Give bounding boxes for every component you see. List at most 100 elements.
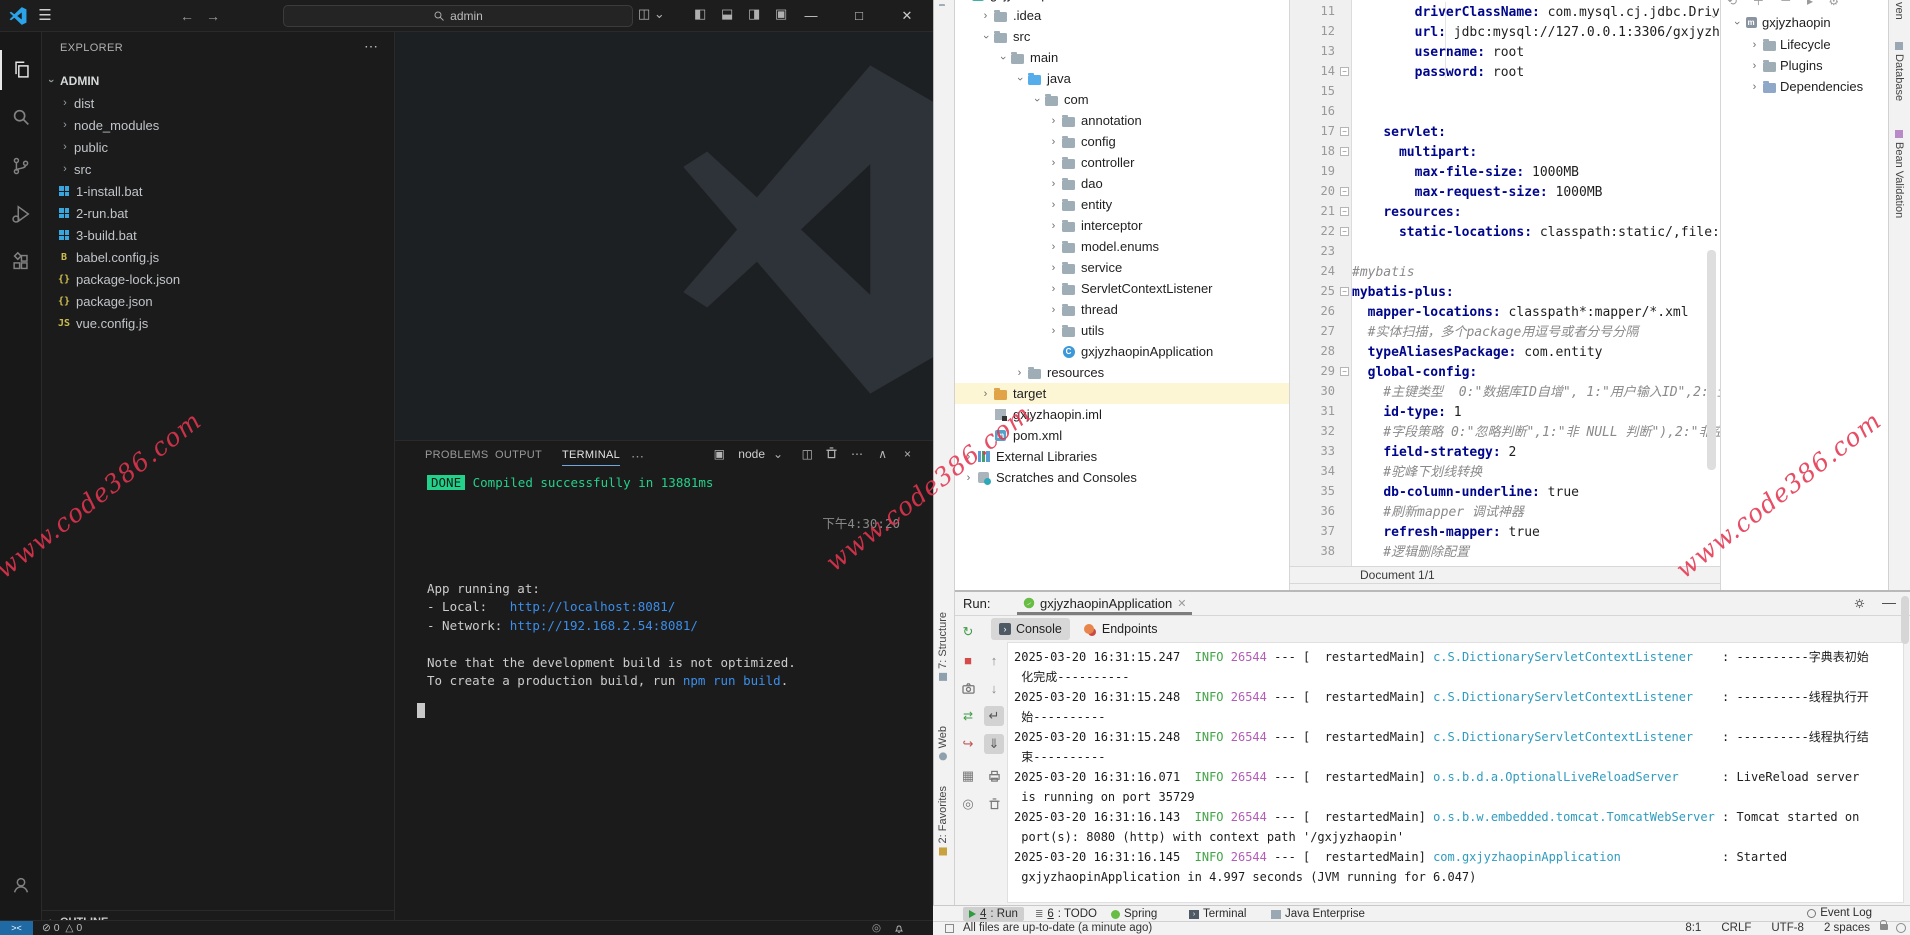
maximize-panel-icon[interactable]: ∧ — [878, 447, 887, 461]
camera-icon[interactable] — [958, 678, 978, 698]
editor-scrollbar-thumb[interactable] — [1707, 250, 1716, 470]
fold-marker-icon[interactable]: − — [1340, 187, 1349, 196]
project-item-dao[interactable]: ›dao — [955, 173, 1289, 194]
caret-position[interactable]: 8:1 — [1685, 922, 1701, 935]
panel-more-actions-icon[interactable]: ⋯ — [851, 447, 863, 461]
explorer-more-actions-icon[interactable]: ⋯ — [364, 38, 378, 55]
explorer-item-package.json[interactable]: {}package.json — [42, 290, 395, 312]
toggle-secondary-sidebar-icon[interactable]: ◨ — [748, 6, 760, 22]
extensions-icon[interactable] — [0, 242, 42, 282]
close-button[interactable]: ✕ — [884, 0, 930, 31]
toolwindow-button-javaenterprise[interactable]: Java Enterprise — [1265, 907, 1371, 921]
project-item-gxjyzhaopin.iml[interactable]: gxjyzhaopin.iml — [955, 404, 1289, 425]
project-item-gxjyzhaopinApplication[interactable]: CgxjyzhaopinApplication — [955, 341, 1289, 362]
maven-item-Plugins[interactable]: ›Plugins — [1747, 55, 1823, 76]
explorer-icon[interactable] — [0, 50, 42, 90]
toolwindow-button-run[interactable]: 4: Run — [963, 907, 1024, 921]
run-console-log[interactable]: 2025-03-20 16:31:15.247 INFO 26544 --- [… — [1007, 642, 1904, 903]
run-configuration-tab[interactable]: gxjyzhaopinApplication ✕ — [1017, 594, 1192, 615]
readonly-lock-icon[interactable] — [1880, 924, 1888, 930]
event-log-button[interactable]: Event Log — [1807, 907, 1872, 919]
encoding[interactable]: UTF-8 — [1771, 922, 1804, 935]
terminal-shell-label[interactable]: node — [738, 447, 765, 461]
project-item-pom.xml[interactable]: mpom.xml — [955, 425, 1289, 446]
toggle-panel-icon[interactable]: ⬓ — [721, 6, 733, 22]
console-scrollbar-thumb[interactable] — [1901, 596, 1909, 644]
tab-console[interactable]: ›Console — [991, 618, 1070, 640]
explorer-item-package-lock.json[interactable]: {}package-lock.json — [42, 268, 395, 290]
project-item-service[interactable]: ›service — [955, 257, 1289, 278]
command-center-search[interactable]: admin — [283, 5, 633, 27]
maven-item-Lifecycle[interactable]: ›Lifecycle — [1747, 34, 1831, 55]
explorer-item-1-install.bat[interactable]: 1-install.bat — [42, 180, 395, 202]
soft-wrap-icon[interactable]: ↵ — [984, 706, 1004, 726]
toolwindow-database[interactable]: Database — [1893, 42, 1905, 101]
maven-root[interactable]: › m gxjyzhaopin — [1729, 12, 1831, 33]
feedback-icon[interactable]: ◎ — [872, 921, 881, 935]
back-icon[interactable]: ← — [176, 5, 198, 27]
close-panel-icon[interactable]: × — [904, 447, 911, 461]
explorer-item-3-build.bat[interactable]: 3-build.bat — [42, 224, 395, 246]
project-item-utils[interactable]: ›utils — [955, 320, 1289, 341]
yaml-editor[interactable]: 11121314−151617−18−1920−21−22−232425−262… — [1290, 0, 1720, 566]
launch-profile-chevron-icon[interactable]: ⌄ — [773, 447, 783, 461]
project-item-Scratches and Consoles[interactable]: ›Scratches and Consoles — [955, 467, 1289, 488]
update-application-icon[interactable]: ⇄ — [958, 706, 978, 726]
toolwindow-web[interactable]: Web — [937, 726, 949, 760]
pin-tab-icon[interactable]: ◎ — [958, 794, 978, 814]
fold-marker-icon[interactable]: − — [1340, 227, 1349, 236]
outline-section[interactable]: ›OUTLINE — [42, 910, 395, 920]
toolwindow-button-todo[interactable]: ≣6: TODO — [1029, 907, 1103, 921]
toolwindow-button-spring[interactable]: Spring — [1105, 907, 1163, 921]
editor-collapse-chevron-icon[interactable]: ⌄ — [1710, 10, 1718, 21]
toolwindow-maven[interactable]: ven — [1893, 2, 1905, 20]
fold-marker-icon[interactable]: − — [1340, 367, 1349, 376]
tab-output[interactable]: OUTPUT — [495, 449, 542, 461]
project-item-External Libraries[interactable]: ›External Libraries — [955, 446, 1289, 467]
stop-icon[interactable]: ■ — [958, 650, 978, 670]
fold-marker-icon[interactable]: − — [1340, 127, 1349, 136]
exit-icon[interactable]: ↪ — [958, 734, 978, 754]
project-item-resources[interactable]: ›resources — [955, 362, 1289, 383]
project-item-config[interactable]: ›config — [955, 131, 1289, 152]
down-stack-trace-icon[interactable]: ↓ — [984, 678, 1004, 698]
fold-marker-icon[interactable]: − — [1340, 287, 1349, 296]
local-url[interactable]: http://localhost:8081/ — [510, 599, 676, 614]
accounts-icon[interactable] — [0, 865, 42, 905]
project-item-interceptor[interactable]: ›interceptor — [955, 215, 1289, 236]
split-terminal-icon[interactable]: ◫ — [802, 447, 813, 461]
project-item-target[interactable]: ›target — [955, 383, 1289, 404]
toolwindow-button-terminal[interactable]: ›Terminal — [1183, 907, 1252, 921]
project-item-.idea[interactable]: ›.idea — [955, 5, 1289, 26]
forward-icon[interactable]: → — [202, 5, 224, 27]
explorer-item-vue.config.js[interactable]: JSvue.config.js — [42, 312, 395, 334]
run-debug-icon[interactable] — [0, 194, 42, 234]
minimize-button[interactable]: — — [788, 0, 834, 31]
project-item-com[interactable]: ›com — [955, 89, 1289, 110]
maximize-button[interactable]: □ — [836, 0, 882, 31]
run-settings-gear-icon[interactable] — [1853, 597, 1866, 613]
remote-indicator[interactable]: >< — [0, 921, 33, 935]
up-stack-trace-icon[interactable]: ↑ — [984, 650, 1004, 670]
explorer-item-babel.config.js[interactable]: Bbabel.config.js — [42, 246, 395, 268]
project-item-ServletContextListener[interactable]: ›ServletContextListener — [955, 278, 1289, 299]
explorer-root-folder[interactable]: ›ADMIN — [42, 70, 395, 92]
toolwindow-bean-validation[interactable]: Bean Validation — [1893, 130, 1905, 218]
project-item-model.enums[interactable]: ›model.enums — [955, 236, 1289, 257]
hide-toolwindow-icon[interactable]: — — [1882, 594, 1896, 610]
search-sidebar-icon[interactable] — [0, 98, 42, 138]
tab-problems[interactable]: PROBLEMS — [425, 449, 489, 461]
fold-marker-icon[interactable]: − — [1340, 147, 1349, 156]
menu-icon[interactable]: ☰ — [34, 5, 56, 27]
clear-all-trash-icon[interactable] — [984, 794, 1004, 814]
explorer-item-src[interactable]: ›src — [42, 158, 395, 180]
close-tab-icon[interactable]: ✕ — [1177, 597, 1186, 610]
indent-setting[interactable]: 2 spaces — [1824, 922, 1870, 935]
project-item-annotation[interactable]: ›annotation — [955, 110, 1289, 131]
tab-endpoints[interactable]: Endpoints — [1076, 618, 1166, 640]
hector-inspector-icon[interactable] — [1896, 923, 1906, 933]
explorer-item-node_modules[interactable]: ›node_modules — [42, 114, 395, 136]
notifications-bell-icon[interactable] — [893, 922, 905, 935]
fold-marker-icon[interactable]: − — [1340, 207, 1349, 216]
problems-status[interactable]: ⊘ 0 △ 0 — [42, 921, 82, 935]
